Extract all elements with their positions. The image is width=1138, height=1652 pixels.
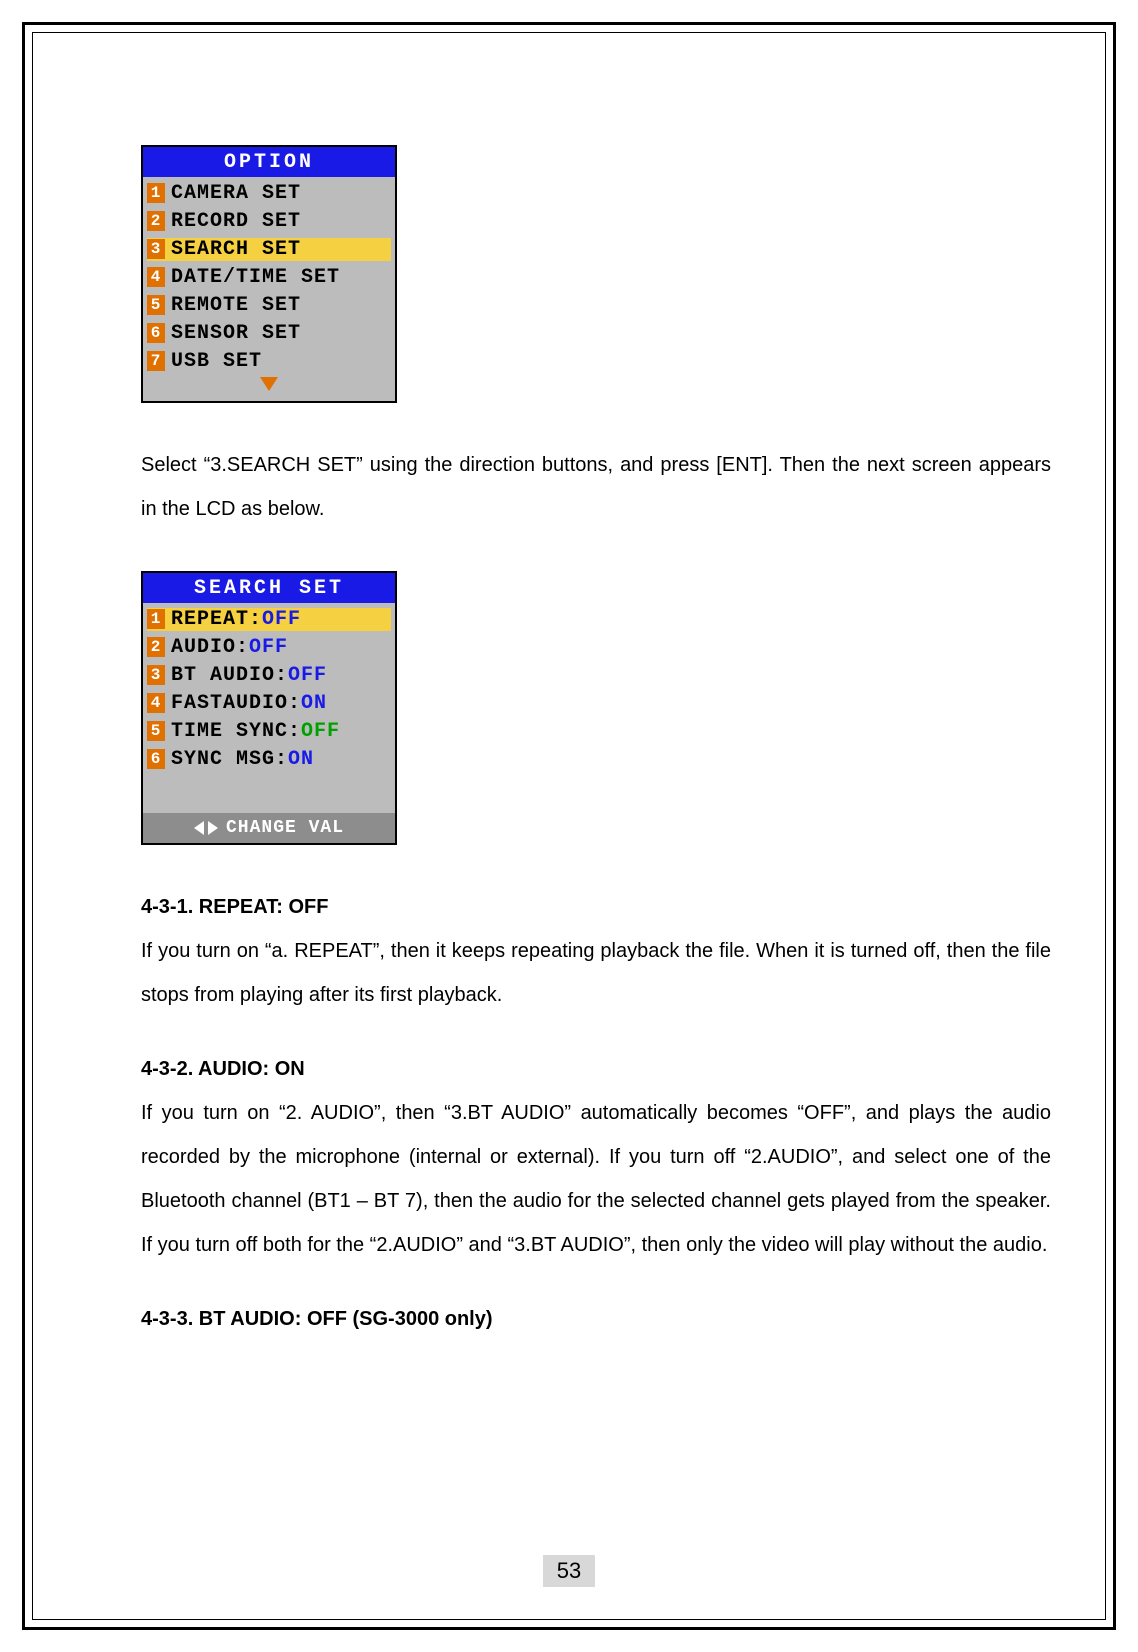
- triangle-left-icon: [194, 821, 204, 835]
- menu-item-label: USB SET: [171, 350, 262, 373]
- lcd-search-menu: SEARCH SET 1REPEAT:OFF2AUDIO:OFF3BT AUDI…: [141, 571, 397, 845]
- menu-item-value: OFF: [249, 636, 288, 659]
- menu-item-label: REMOTE SET: [171, 294, 301, 317]
- menu-item[interactable]: 3 BT AUDIO:OFF: [147, 661, 391, 689]
- lcd-down-arrow-row: [143, 377, 395, 401]
- instruction-text-1: Select “3.SEARCH SET” using the directio…: [141, 443, 1051, 531]
- menu-item-label: SENSOR SET: [171, 322, 301, 345]
- menu-item[interactable]: 1 CAMERA SET: [147, 179, 391, 207]
- menu-item[interactable]: 6 SENSOR SET: [147, 319, 391, 347]
- menu-item[interactable]: 1 REPEAT:OFF: [147, 605, 391, 633]
- menu-item-label: RECORD SET: [171, 210, 301, 233]
- menu-item-number: 7: [147, 351, 165, 371]
- menu-item-label: DATE/TIME SET: [171, 266, 340, 289]
- menu-item-label: FASTAUDIO:: [171, 692, 301, 715]
- menu-item[interactable]: 6 SYNC MSG:ON: [147, 745, 391, 773]
- lcd-spacer: [143, 775, 395, 813]
- menu-item[interactable]: 5 TIME SYNC:OFF: [147, 717, 391, 745]
- section-431-body: If you turn on “a. REPEAT”, then it keep…: [141, 929, 1051, 1017]
- section-433-head: 4-3-3. BT AUDIO: OFF (SG-3000 only): [141, 1297, 1051, 1341]
- lcd-search-footer: CHANGE VAL: [143, 813, 395, 843]
- menu-item-number: 6: [147, 749, 165, 769]
- menu-item-value: ON: [288, 748, 314, 771]
- menu-item[interactable]: 2 AUDIO:OFF: [147, 633, 391, 661]
- menu-item[interactable]: 7 USB SET: [147, 347, 391, 375]
- menu-item[interactable]: 4 FASTAUDIO:ON: [147, 689, 391, 717]
- menu-item-number: 3: [147, 665, 165, 685]
- page-content: OPTION 1 CAMERA SET 2 RECORD SET 3 SEARCH SET…: [141, 145, 1051, 1341]
- menu-item-label: SEARCH SET: [171, 238, 301, 261]
- lcd-search-rows: 1REPEAT:OFF2AUDIO:OFF3BT AUDIO:OFF4FASTA…: [143, 603, 395, 775]
- page-number-wrap: 53: [33, 1555, 1105, 1587]
- menu-item-number: 4: [147, 693, 165, 713]
- menu-item-value: OFF: [262, 608, 301, 631]
- menu-item[interactable]: 5 REMOTE SET: [147, 291, 391, 319]
- section-432-head: 4-3-2. AUDIO: ON: [141, 1047, 1051, 1091]
- lcd-option-rows: 1 CAMERA SET 2 RECORD SET 3 SEARCH SET 4 DATE/T…: [143, 177, 395, 377]
- menu-item-label: AUDIO:: [171, 636, 249, 659]
- menu-item-number: 4: [147, 267, 165, 287]
- down-arrow-icon: [260, 377, 278, 391]
- section-431-head: 4-3-1. REPEAT: OFF: [141, 885, 1051, 929]
- menu-item-value: OFF: [301, 720, 340, 743]
- menu-item-label: CAMERA SET: [171, 182, 301, 205]
- menu-item-number: 2: [147, 211, 165, 231]
- menu-item-label: BT AUDIO:: [171, 664, 288, 687]
- lcd-footer-label: CHANGE VAL: [226, 818, 344, 838]
- menu-item-number: 3: [147, 239, 165, 259]
- page-inner-border: OPTION 1 CAMERA SET 2 RECORD SET 3 SEARCH SET…: [32, 32, 1106, 1620]
- page-outer-border: OPTION 1 CAMERA SET 2 RECORD SET 3 SEARCH SET…: [22, 22, 1116, 1630]
- lcd-option-title: OPTION: [143, 147, 395, 177]
- triangle-right-icon: [208, 821, 218, 835]
- menu-item[interactable]: 2 RECORD SET: [147, 207, 391, 235]
- page-number: 53: [543, 1555, 595, 1587]
- menu-item[interactable]: 3 SEARCH SET: [147, 235, 391, 263]
- menu-item-value: ON: [301, 692, 327, 715]
- menu-item-number: 1: [147, 609, 165, 629]
- menu-item-label: TIME SYNC:: [171, 720, 301, 743]
- lcd-search-title: SEARCH SET: [143, 573, 395, 603]
- menu-item-number: 5: [147, 295, 165, 315]
- menu-item-number: 6: [147, 323, 165, 343]
- menu-item-value: OFF: [288, 664, 327, 687]
- menu-item[interactable]: 4 DATE/TIME SET: [147, 263, 391, 291]
- lcd-option-menu: OPTION 1 CAMERA SET 2 RECORD SET 3 SEARCH SET…: [141, 145, 397, 403]
- menu-item-number: 2: [147, 637, 165, 657]
- section-432-body: If you turn on “2. AUDIO”, then “3.BT AU…: [141, 1091, 1051, 1267]
- menu-item-label: REPEAT:: [171, 608, 262, 631]
- menu-item-number: 1: [147, 183, 165, 203]
- menu-item-number: 5: [147, 721, 165, 741]
- menu-item-label: SYNC MSG:: [171, 748, 288, 771]
